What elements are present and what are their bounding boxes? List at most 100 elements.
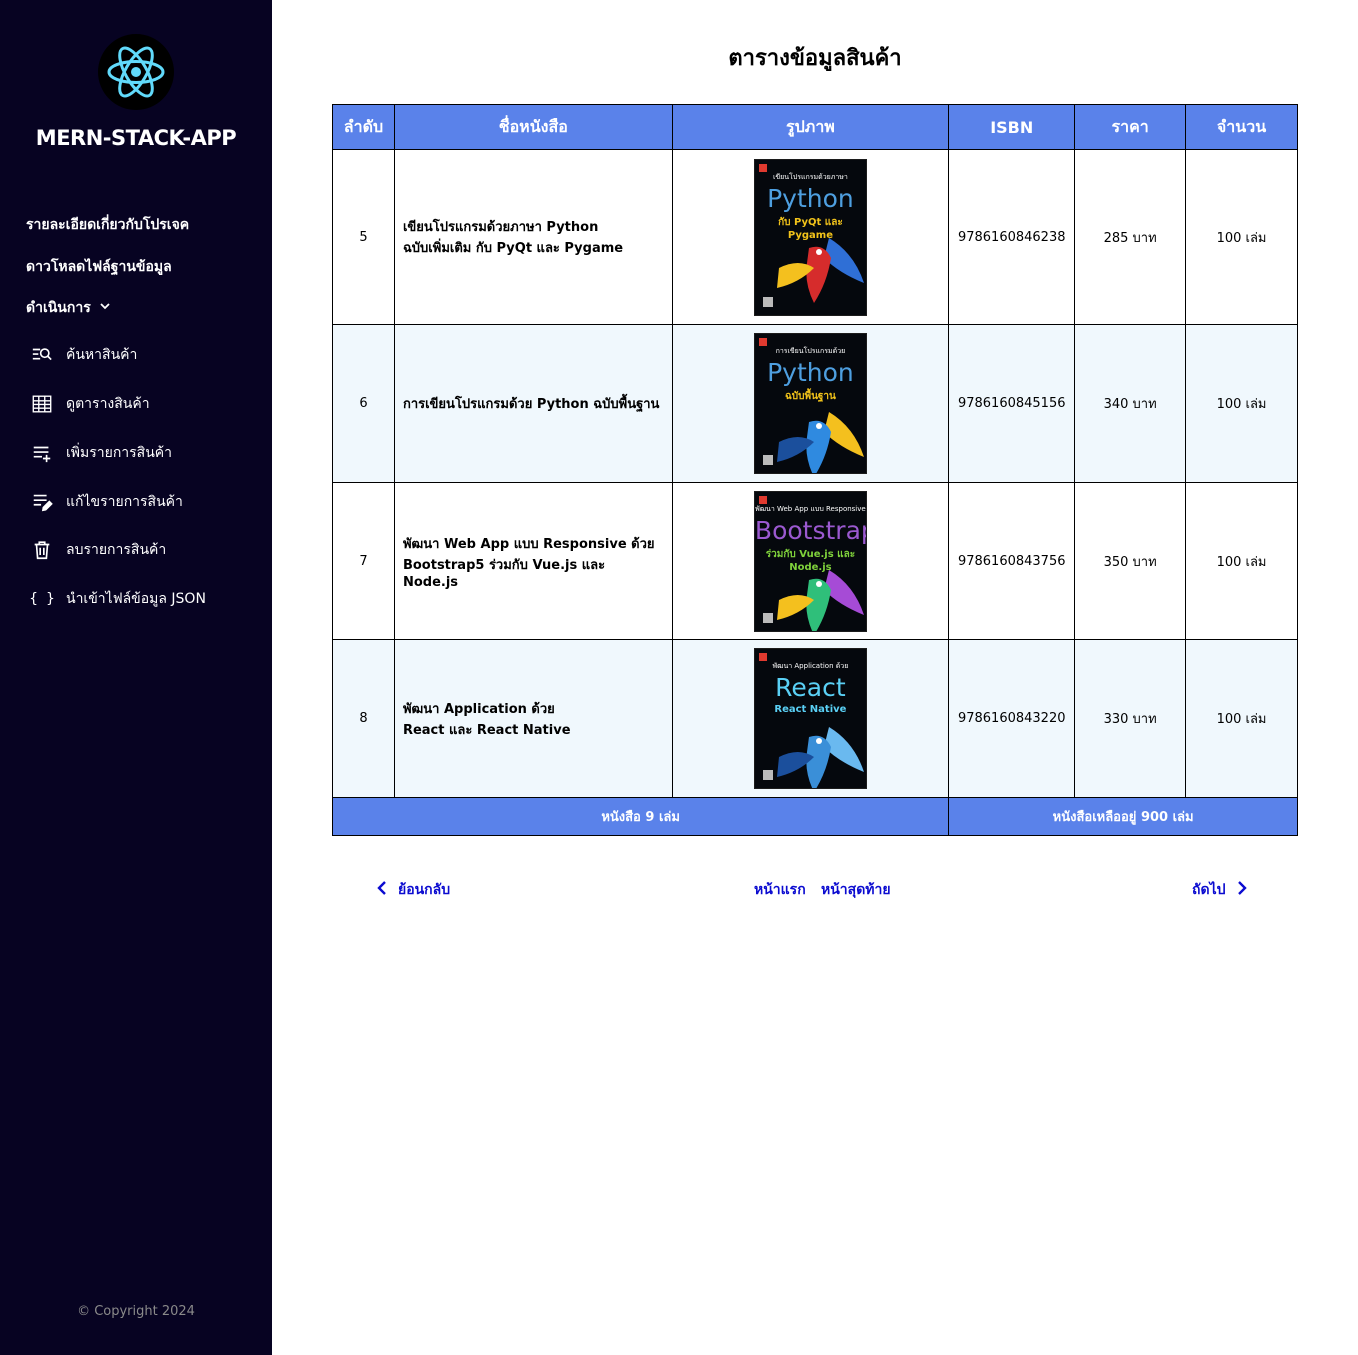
nav-download-database[interactable]: ดาวโหลดไฟล์ฐานข้อมูล — [26, 256, 172, 278]
table-row[interactable]: 6 การเขียนโปรแกรมด้วย Python ฉบับพื้นฐาน ก… — [332, 324, 1298, 483]
bird-illustration-icon — [776, 569, 864, 631]
cell-image: พัฒนา Application ด้วย React React Native — [671, 639, 950, 798]
cover-title-text: Python — [767, 358, 854, 387]
cell-isbn: 9786160846238 — [948, 149, 1076, 325]
sidebar-item-label: เพิ่มรายการสินค้า — [66, 445, 173, 461]
table-footer-row: หนังสือ 9 เล่ม หนังสือเหลืออยู่ 900 เล่ม — [331, 797, 1298, 836]
cell-image: พัฒนา Web App แบบ ResponsiveBootstrap5ร่… — [671, 482, 950, 640]
sidebar-item-import-json[interactable]: { } นำเข้าไฟล์ข้อมูล JSON — [29, 587, 206, 611]
cover-title-text: Bootstrap5 — [754, 515, 866, 545]
cover-title-text: React — [775, 673, 846, 702]
bird-illustration-icon — [776, 727, 864, 788]
sidebar-item-search[interactable]: ค้นหาสินค้า — [30, 343, 137, 367]
book-cover-image[interactable]: การเขียนโปรแกรมด้วย Python ฉบับพื้นฐาน — [753, 333, 867, 474]
qr-code-icon — [762, 455, 773, 465]
book-name-line2: Bootstrap5 ร่วมกับ Vue.js และ Node.js — [402, 557, 606, 590]
bird-illustration-icon — [776, 237, 864, 303]
sidebar-item-edit[interactable]: แก้ไขรายการสินค้า — [30, 490, 183, 514]
column-header-index[interactable]: ลำดับ — [332, 104, 395, 150]
book-name-line1: พัฒนา Web App แบบ Responsive ด้วย — [402, 536, 655, 552]
sidebar-item-view-table[interactable]: ดูตารางสินค้า — [30, 392, 150, 416]
column-header-price[interactable]: ราคา — [1074, 104, 1187, 150]
table-row[interactable]: 5 เขียนโปรแกรมด้วยภาษา Python ฉบับเพิ่มเติ… — [332, 149, 1298, 325]
table-row[interactable]: 8 พัฒนา Application ด้วย React และ React N… — [332, 639, 1298, 798]
qr-code-icon — [762, 612, 773, 623]
chevron-down-icon — [99, 300, 111, 316]
book-cover-image[interactable]: เขียนโปรแกรมด้วยภาษา Python กับ PyQt และ P… — [753, 158, 867, 316]
column-header-name[interactable]: ชื่อหนังสือ — [393, 104, 673, 150]
nav-about-project[interactable]: รายละเอียดเกี่ยวกับโปรเจค — [26, 214, 189, 236]
cell-index: 7 — [332, 482, 395, 640]
book-cover-image[interactable]: พัฒนา Web App แบบ ResponsiveBootstrap5ร่… — [753, 490, 867, 632]
book-name-line1: เขียนโปรแกรมด้วยภาษา Python — [402, 220, 599, 235]
chevron-right-icon — [1234, 880, 1250, 900]
copyright: © Copyright 2024 — [77, 1304, 195, 1319]
playlist-add-icon — [30, 441, 54, 465]
column-header-image[interactable]: รูปภาพ — [671, 104, 950, 150]
table-row[interactable]: 7 พัฒนา Web App แบบ Responsive ด้วย Bootst… — [332, 482, 1298, 640]
cover-top-text: เขียนโปรแกรมด้วยภาษา — [773, 172, 848, 181]
cell-book-name: การเขียนโปรแกรมด้วย Python ฉบับพื้นฐาน — [393, 324, 673, 483]
search-list-icon — [30, 343, 54, 367]
cell-quantity: 100 เล่ม — [1185, 149, 1298, 325]
cell-isbn: 9786160843220 — [948, 639, 1076, 798]
publisher-tag-icon — [758, 338, 767, 346]
bird-illustration-icon — [776, 412, 864, 473]
edit-list-icon — [30, 490, 54, 514]
publisher-tag-icon — [758, 163, 767, 172]
nav-operations-label: ดำเนินการ — [26, 300, 91, 316]
nav-operations-toggle[interactable]: ดำเนินการ — [26, 297, 111, 319]
app-name[interactable]: MERN-STACK-APP — [0, 126, 272, 150]
trash-icon — [30, 538, 54, 562]
cover-top-text: พัฒนา Application ด้วย — [772, 662, 849, 670]
sidebar-item-label: ดูตารางสินค้า — [66, 396, 150, 412]
cell-book-name: พัฒนา Application ด้วย React และ React Na… — [393, 639, 673, 798]
cell-quantity: 100 เล่ม — [1185, 639, 1298, 798]
table-grid-icon — [30, 392, 54, 416]
cell-price: 350 บาท — [1074, 482, 1187, 640]
cover-top-text: พัฒนา Web App แบบ Responsive — [755, 504, 866, 513]
book-cover-image[interactable]: พัฒนา Application ด้วย React React Native — [753, 648, 867, 789]
column-header-isbn[interactable]: ISBN — [948, 104, 1076, 150]
cell-isbn: 9786160843756 — [948, 482, 1076, 640]
cell-isbn: 9786160845156 — [948, 324, 1076, 483]
next-page-button[interactable]: ถัดไป — [1192, 879, 1250, 901]
sidebar-item-label: แก้ไขรายการสินค้า — [66, 494, 183, 510]
products-table: ลำดับ ชื่อหนังสือ รูปภาพ ISBN ราคา จำนวน… — [331, 104, 1298, 836]
cell-quantity: 100 เล่ม — [1185, 324, 1298, 483]
remaining-books: หนังสือเหลืออยู่ 900 เล่ม — [948, 797, 1298, 836]
cell-book-name: พัฒนา Web App แบบ Responsive ด้วย Bootstr… — [393, 482, 673, 640]
column-header-quantity[interactable]: จำนวน — [1185, 104, 1298, 150]
last-page-link[interactable]: หน้าสุดท้าย — [821, 879, 891, 901]
cover-subtitle-text: React Native — [774, 704, 847, 715]
cell-price: 340 บาท — [1074, 324, 1187, 483]
qr-code-icon — [762, 296, 773, 307]
braces-icon: { } — [29, 591, 55, 607]
sidebar: MERN-STACK-APP รายละเอียดเกี่ยวกับโปรเจค… — [0, 0, 272, 1355]
cell-image: การเขียนโปรแกรมด้วย Python ฉบับพื้นฐาน — [671, 324, 950, 483]
cell-book-name: เขียนโปรแกรมด้วยภาษา Python ฉบับเพิ่มเติม… — [393, 149, 673, 325]
total-books: หนังสือ 9 เล่ม — [331, 797, 950, 836]
book-name-line2: React และ React Native — [402, 722, 571, 738]
cover-title-text: Python — [767, 183, 854, 213]
book-name-line2: ฉบับเพิ่มเติม กับ PyQt และ Pygame — [402, 241, 624, 256]
qr-code-icon — [762, 770, 773, 780]
sidebar-item-label: นำเข้าไฟล์ข้อมูล JSON — [66, 591, 206, 607]
sidebar-item-add[interactable]: เพิ่มรายการสินค้า — [30, 441, 172, 465]
react-logo-icon[interactable] — [98, 34, 174, 110]
cell-index: 8 — [332, 639, 395, 798]
cover-top-text: การเขียนโปรแกรมด้วย — [775, 347, 846, 355]
next-page-label: ถัดไป — [1192, 882, 1226, 898]
cell-index: 5 — [332, 149, 395, 325]
publisher-tag-icon — [758, 653, 767, 661]
cell-index: 6 — [332, 324, 395, 483]
first-page-link[interactable]: หน้าแรก — [754, 879, 806, 901]
sidebar-item-delete[interactable]: ลบรายการสินค้า — [30, 538, 166, 562]
table-header-row: ลำดับ ชื่อหนังสือ รูปภาพ ISBN ราคา จำนวน — [332, 104, 1298, 150]
prev-page-button[interactable]: ย้อนกลับ — [374, 879, 450, 901]
sidebar-item-label: ค้นหาสินค้า — [66, 347, 138, 363]
sidebar-item-label: ลบรายการสินค้า — [66, 542, 167, 558]
cell-image: เขียนโปรแกรมด้วยภาษา Python กับ PyQt และ P… — [671, 149, 950, 325]
book-name-line1: การเขียนโปรแกรมด้วย Python ฉบับพื้นฐาน — [402, 397, 660, 412]
cell-quantity: 100 เล่ม — [1185, 482, 1298, 640]
